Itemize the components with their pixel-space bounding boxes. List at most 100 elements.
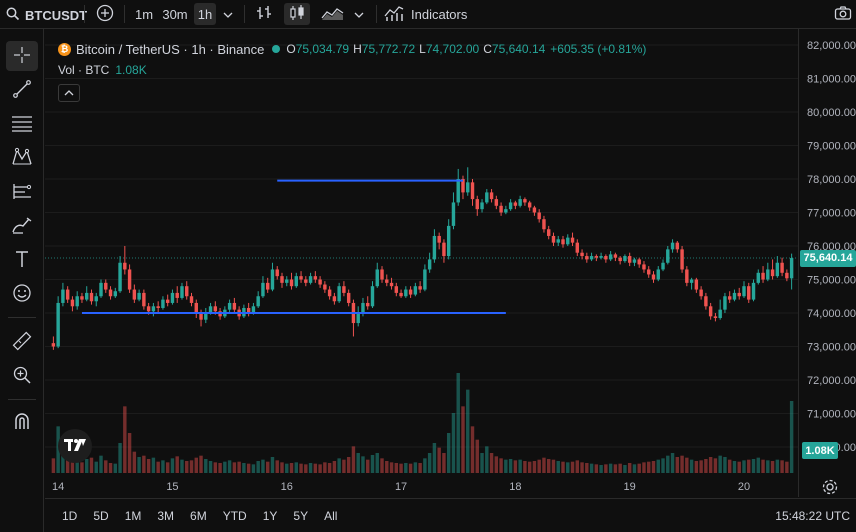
fib-retracement-tool[interactable] — [6, 109, 38, 139]
candle-body — [370, 286, 375, 307]
range-5y-button[interactable]: 5Y — [293, 509, 308, 523]
candle-body — [656, 269, 660, 280]
time-axis[interactable]: 14 15 16 17 18 19 20 — [45, 474, 798, 498]
candle-body — [751, 282, 756, 300]
candle-body — [647, 269, 651, 275]
range-5d-button[interactable]: 5D — [93, 509, 108, 523]
compare-symbol-button[interactable] — [94, 3, 116, 25]
trend-line-tool[interactable] — [6, 75, 38, 105]
symbol-search[interactable]: BTCUSDT — [6, 3, 87, 27]
tradingview-logo[interactable] — [58, 429, 92, 463]
utc-clock[interactable]: 15:48:22 UTC — [775, 509, 850, 523]
range-1m-button[interactable]: 1M — [125, 509, 142, 523]
range-6m-button[interactable]: 6M — [190, 509, 207, 523]
chart-type-dropdown-button[interactable] — [350, 3, 368, 25]
volume-legend-label[interactable]: Vol · BTC — [58, 63, 109, 77]
interval-1h-button[interactable]: 1h — [194, 3, 216, 25]
volume-bar — [661, 458, 665, 473]
candle-body — [470, 182, 475, 200]
candle-body — [651, 274, 656, 280]
volume-bar — [504, 459, 508, 473]
range-3m-button[interactable]: 3M — [157, 509, 174, 523]
candle-body — [285, 279, 289, 283]
candle-body — [632, 259, 637, 263]
legend-symbol-title[interactable]: Bitcoin / TetherUS · 1h · Binance — [76, 42, 264, 57]
volume-bar — [165, 462, 170, 473]
candle-body — [708, 306, 713, 317]
candle-body — [337, 286, 341, 302]
collapse-legend-button[interactable] — [58, 84, 80, 102]
current-price-tag: 75,640.14 — [800, 249, 856, 267]
candle-body — [227, 302, 232, 310]
price-tick-label: 80,000.00 — [807, 107, 856, 119]
crosshair-tool[interactable] — [6, 41, 38, 71]
crosshair-icon — [12, 45, 32, 68]
volume-bar — [85, 459, 89, 473]
volume-bar — [637, 463, 641, 473]
candle-body — [599, 256, 603, 258]
price-tick-label: 71,000.00 — [807, 409, 856, 421]
pattern-tool[interactable] — [6, 143, 38, 173]
range-ytd-button[interactable]: YTD — [223, 509, 247, 523]
measure-tool[interactable] — [6, 327, 38, 357]
candle-body — [375, 269, 379, 287]
toolbar-divider — [84, 5, 85, 23]
volume-bar — [332, 461, 337, 473]
chart-settings-button[interactable] — [821, 478, 839, 499]
emoji-icon — [12, 283, 32, 306]
candle-body — [789, 258, 794, 279]
candle-body — [585, 256, 589, 260]
volume-legend-value: 1.08K — [115, 63, 147, 77]
volume-bar — [394, 463, 399, 473]
volume-bar — [318, 464, 322, 473]
candle-body — [270, 269, 275, 290]
candle-body — [575, 242, 580, 253]
candle-body — [694, 279, 699, 290]
volume-bar — [675, 457, 680, 473]
candlestick-chart[interactable] — [45, 29, 798, 497]
interval-dropdown-button[interactable] — [219, 3, 237, 25]
indicators-button[interactable]: Indicators — [384, 3, 474, 25]
brush-tool[interactable] — [6, 211, 38, 241]
range-1y-button[interactable]: 1Y — [263, 509, 278, 523]
volume-bar — [451, 413, 456, 473]
prediction-tool[interactable] — [6, 177, 38, 207]
candle-body — [75, 296, 79, 307]
candle-body — [442, 242, 446, 257]
candle-body — [766, 269, 770, 280]
bar-chart-type-button[interactable] — [252, 3, 276, 25]
volume-bar — [51, 458, 56, 473]
volume-bar — [761, 459, 765, 473]
snapshot-button[interactable] — [832, 3, 854, 25]
candle-body — [532, 207, 537, 213]
range-1d-button[interactable]: 1D — [62, 509, 77, 523]
volume-bar — [570, 461, 575, 473]
zoom-in-tool[interactable] — [6, 361, 38, 391]
volume-bar — [775, 459, 780, 473]
time-tick-label: 17 — [395, 481, 407, 493]
volume-bar — [642, 462, 646, 473]
candle-body — [642, 264, 646, 270]
volume-bar — [566, 462, 570, 473]
volume-bar — [670, 453, 675, 473]
candle-body — [508, 202, 513, 210]
volume-bar — [770, 461, 775, 473]
interval-1m-button[interactable]: 1m — [132, 3, 156, 25]
candle-body — [213, 306, 218, 312]
range-all-button[interactable]: All — [324, 509, 337, 523]
candles-chart-type-button[interactable] — [284, 3, 310, 25]
candle-body — [156, 306, 160, 308]
volume-bar — [227, 460, 232, 473]
magnet-tool[interactable] — [6, 407, 38, 437]
chart-pane[interactable] — [45, 29, 798, 497]
candle-body — [261, 282, 265, 297]
candle-body — [327, 289, 332, 297]
candle-body — [527, 202, 532, 208]
candle-body — [194, 302, 198, 313]
candle-body — [142, 292, 146, 307]
area-chart-type-button[interactable] — [318, 3, 348, 25]
emoji-tool[interactable] — [6, 279, 38, 309]
candle-body — [404, 289, 408, 297]
text-tool[interactable] — [6, 245, 38, 275]
interval-30m-button[interactable]: 30m — [160, 3, 190, 25]
